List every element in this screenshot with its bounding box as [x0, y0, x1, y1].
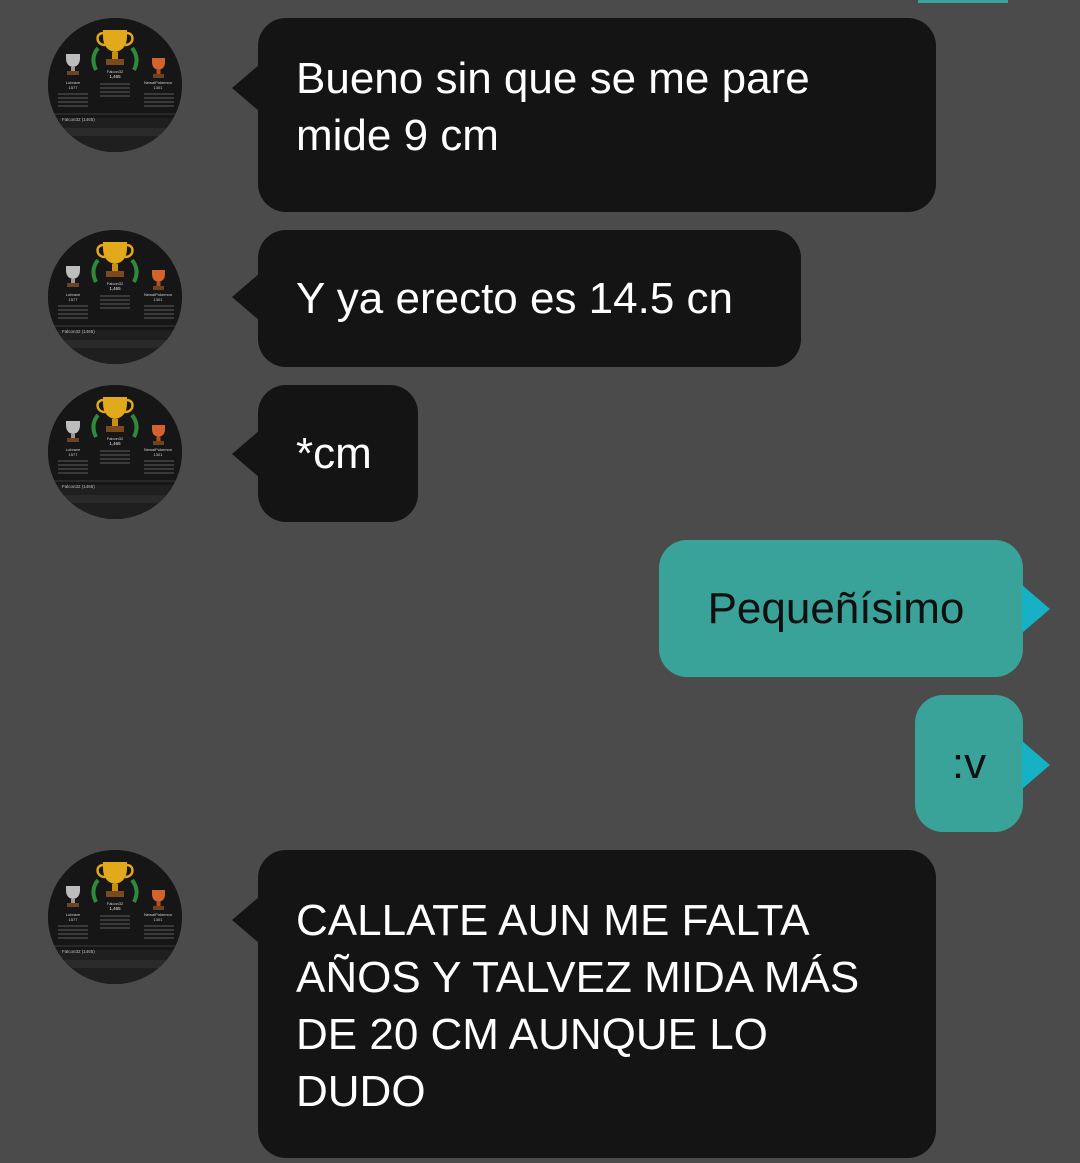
svg-text:1301: 1301 [154, 85, 164, 90]
svg-text:Falcon32 (1465): Falcon32 (1465) [62, 484, 95, 489]
bubble-tail [232, 273, 260, 321]
svg-text:(1577): (1577) [54, 962, 68, 967]
message-text: *cm [296, 429, 372, 478]
svg-text:1301: 1301 [154, 917, 164, 922]
svg-text:(1577): (1577) [54, 130, 68, 135]
avatar[interactable]: Lobrave 1577 Falcon32 1,465 NewalPokemon 1301… [48, 385, 182, 519]
svg-text:(1577): (1577) [54, 497, 68, 502]
trophy-podium-avatar-icon: Lobrave1577Falcon321,465NewalPokemon1301… [48, 850, 182, 984]
trophy-podium-avatar-icon: Lobrave1577Falcon321,465NewalPokemon1301… [48, 18, 182, 152]
bubble-tail [232, 430, 260, 478]
svg-text:1,465: 1,465 [109, 906, 121, 911]
top-accent-bar [918, 0, 1008, 3]
message-bubble-incoming[interactable]: Bueno sin que se me pare mide 9 cm [258, 18, 936, 212]
bubble-tail [232, 896, 260, 944]
trophy-podium-avatar-icon: Lobrave1577Falcon321,465NewalPokemon1301… [48, 385, 182, 519]
svg-text:1,465: 1,465 [109, 441, 121, 446]
svg-text:1301: 1301 [154, 452, 164, 457]
svg-text:1,465: 1,465 [109, 286, 121, 291]
bubble-tail [232, 64, 260, 112]
silver-trophy-icon [66, 421, 80, 442]
svg-text:Falcon32 (1465): Falcon32 (1465) [62, 949, 95, 954]
silver-trophy-icon [66, 54, 80, 75]
message-text: Pequeñísimo [707, 584, 965, 633]
message-bubble-outgoing[interactable]: :v [915, 695, 1023, 832]
svg-text:1301: 1301 [154, 297, 164, 302]
svg-text:1577: 1577 [69, 297, 79, 302]
svg-text:Falcon32 (1465): Falcon32 (1465) [62, 329, 95, 334]
message-text: Bueno sin que se me pare mide 9 cm [296, 54, 810, 160]
silver-trophy-icon [66, 886, 80, 907]
svg-text:Falcon32 (1465): Falcon32 (1465) [62, 117, 95, 122]
message-bubble-incoming[interactable]: CALLATE AUN ME FALTA AÑOS Y TALVEZ MIDA … [258, 850, 936, 1158]
svg-text:1577: 1577 [69, 917, 79, 922]
bubble-tail [1022, 585, 1050, 633]
message-bubble-incoming[interactable]: *cm [258, 385, 418, 522]
trophy-podium-avatar-icon: Lobrave1577Falcon321,465NewalPokemon1301… [48, 230, 182, 364]
svg-text:1577: 1577 [69, 85, 79, 90]
message-text: CALLATE AUN ME FALTA AÑOS Y TALVEZ MIDA … [296, 896, 860, 1116]
message-bubble-outgoing[interactable]: Pequeñísimo [659, 540, 1023, 677]
message-bubble-incoming[interactable]: Y ya erecto es 14.5 cn [258, 230, 801, 367]
silver-trophy-icon [66, 266, 80, 287]
avatar[interactable]: Lobrave 1577 Falcon32 1,465 NewalPokemon 1301… [48, 230, 182, 364]
message-text: :v [951, 739, 987, 788]
bubble-tail [1022, 741, 1050, 789]
avatar[interactable]: Lobrave 1577 Falcon32 1,465 NewalPokemon 1301… [48, 850, 182, 984]
svg-text:(1577): (1577) [54, 342, 68, 347]
svg-text:1,465: 1,465 [109, 74, 121, 79]
message-text: Y ya erecto es 14.5 cn [296, 274, 734, 323]
svg-text:1577: 1577 [69, 452, 79, 457]
avatar[interactable]: Lobrave 1577 Falcon32 1,465 NewalPokemon 1301… [48, 18, 182, 152]
